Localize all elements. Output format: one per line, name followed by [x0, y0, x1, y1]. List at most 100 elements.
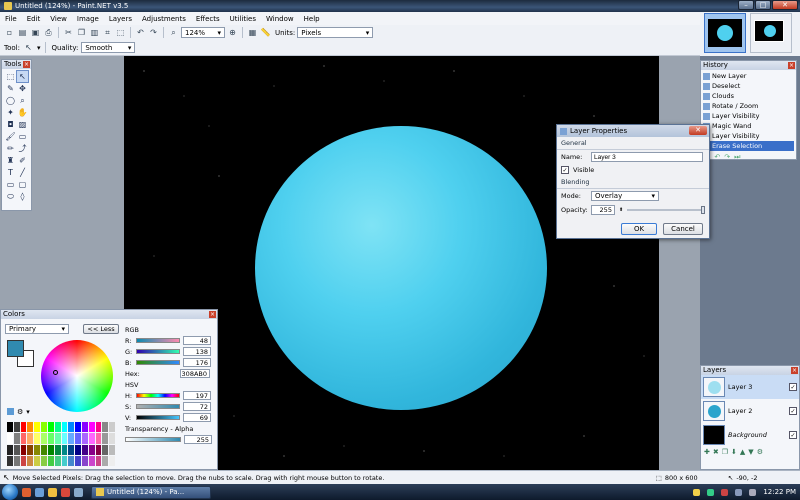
rectangle-icon[interactable]: ▭: [5, 179, 16, 190]
blend-mode-select[interactable]: Overlay ▾: [591, 191, 659, 201]
dialog-close-button[interactable]: ✕: [689, 126, 707, 135]
magic-wand-icon[interactable]: ✦: [5, 107, 16, 118]
close-button[interactable]: ✕: [772, 0, 798, 10]
history-item[interactable]: Magic Wand: [703, 121, 794, 131]
menu-edit[interactable]: Edit: [22, 15, 46, 23]
menu-image[interactable]: Image: [72, 15, 104, 23]
s-value[interactable]: 72: [183, 402, 211, 411]
maximize-button[interactable]: □: [755, 0, 771, 10]
desktop-icon[interactable]: [74, 487, 83, 497]
menu-layers[interactable]: Layers: [104, 15, 137, 23]
merge-layer-icon[interactable]: ⬇: [731, 448, 737, 456]
ellipse-icon[interactable]: ⬭: [5, 191, 16, 202]
move-layer-up-icon[interactable]: ▲: [740, 448, 745, 456]
v-slider[interactable]: [136, 415, 180, 420]
move-selection-icon[interactable]: ↖: [16, 70, 29, 83]
redo-icon[interactable]: ↷: [724, 153, 730, 162]
layer-item-layer-2[interactable]: Layer 2 ✓: [701, 399, 799, 423]
paste-icon[interactable]: ▥: [89, 27, 100, 38]
save-icon[interactable]: ▣: [30, 27, 41, 38]
clone-stamp-icon[interactable]: ♜: [5, 155, 16, 166]
layer-visible-checkbox[interactable]: ✓: [789, 407, 797, 415]
menu-adjustments[interactable]: Adjustments: [137, 15, 191, 23]
color-wheel[interactable]: [41, 340, 113, 412]
menu-file[interactable]: File: [0, 15, 22, 23]
history-item[interactable]: Clouds: [703, 91, 794, 101]
close-icon[interactable]: ×: [23, 61, 30, 68]
swap-colors-icon[interactable]: [7, 408, 14, 415]
zoom-select[interactable]: 124% ▾: [181, 27, 225, 38]
delete-layer-icon[interactable]: ✖: [713, 448, 719, 456]
start-button[interactable]: [2, 484, 18, 500]
ok-button[interactable]: OK: [621, 223, 657, 235]
opacity-slider[interactable]: [627, 206, 706, 214]
history-item[interactable]: Layer Visibility: [703, 111, 794, 121]
new-icon[interactable]: ▫: [4, 27, 15, 38]
b-value[interactable]: 176: [183, 358, 211, 367]
recolor-icon[interactable]: ✐: [17, 155, 28, 166]
move-layer-down-icon[interactable]: ▼: [748, 448, 753, 456]
hex-value[interactable]: 308AB0: [180, 369, 210, 378]
browser-icon[interactable]: [22, 487, 31, 497]
history-item-current[interactable]: Erase Selection: [703, 141, 794, 151]
zoom-in-icon[interactable]: ⊕: [227, 27, 238, 38]
move-icon[interactable]: ✥: [17, 83, 28, 94]
layer-visible-checkbox[interactable]: ✓: [789, 431, 797, 439]
undo-icon[interactable]: ↶: [714, 153, 720, 162]
move-pixels-icon[interactable]: ↖: [23, 42, 34, 53]
color-target-select[interactable]: Primary ▾: [5, 324, 69, 334]
explorer-icon[interactable]: [35, 487, 44, 497]
color-picker-icon[interactable]: ⤴: [17, 143, 28, 154]
color-wheel-marker[interactable]: [53, 370, 58, 375]
close-icon[interactable]: ×: [791, 367, 798, 374]
g-value[interactable]: 138: [183, 347, 211, 356]
deselect-icon[interactable]: ⬚: [115, 27, 126, 38]
palette-menu-icon[interactable]: ⚙: [17, 408, 23, 416]
paint-bucket-icon[interactable]: ◘: [5, 119, 16, 130]
units-select[interactable]: Pixels ▾: [297, 27, 374, 38]
freeform-shape-icon[interactable]: ◊: [17, 191, 28, 202]
volume-icon[interactable]: [749, 488, 757, 496]
minimize-button[interactable]: –: [738, 0, 754, 10]
color-palette[interactable]: [7, 422, 115, 466]
tray-icon[interactable]: [721, 488, 729, 496]
media-icon[interactable]: [61, 487, 70, 497]
primary-secondary-swatch[interactable]: [7, 340, 35, 368]
pencil-icon[interactable]: ✏: [5, 143, 16, 154]
chevron-down-icon[interactable]: ▾: [37, 44, 41, 52]
opacity-slider-thumb[interactable]: [701, 206, 706, 214]
less-button[interactable]: << Less: [83, 324, 119, 334]
cancel-button[interactable]: Cancel: [663, 223, 703, 235]
rectangle-select-icon[interactable]: ⬚: [5, 71, 16, 82]
layer-properties-icon[interactable]: ⚙: [757, 448, 763, 456]
tray-icon[interactable]: [693, 488, 701, 496]
menu-utilities[interactable]: Utilities: [225, 15, 261, 23]
cut-icon[interactable]: ✂: [63, 27, 74, 38]
v-value[interactable]: 69: [183, 413, 211, 422]
eraser-icon[interactable]: ▭: [17, 131, 28, 142]
r-slider[interactable]: [136, 338, 180, 343]
spinner-icon[interactable]: ⬍: [619, 207, 623, 213]
h-value[interactable]: 197: [183, 391, 211, 400]
fast-forward-icon[interactable]: ⏭: [734, 153, 740, 162]
lasso-icon[interactable]: ✎: [5, 83, 16, 94]
line-icon[interactable]: ╱: [17, 167, 28, 178]
network-icon[interactable]: [735, 488, 743, 496]
b-slider[interactable]: [136, 360, 180, 365]
history-item[interactable]: Deselect: [703, 81, 794, 91]
layer-name-input[interactable]: [591, 152, 703, 162]
menu-effects[interactable]: Effects: [191, 15, 225, 23]
ellipse-select-icon[interactable]: ◯: [5, 95, 16, 106]
chevron-down-icon[interactable]: ▾: [26, 408, 30, 416]
menu-help[interactable]: Help: [299, 15, 325, 23]
crop-icon[interactable]: ⌗: [102, 27, 113, 38]
zoom-icon[interactable]: ⌕: [168, 27, 179, 38]
rounded-rectangle-icon[interactable]: ▢: [17, 179, 28, 190]
undo-icon[interactable]: ↶: [135, 27, 146, 38]
close-icon[interactable]: ×: [209, 311, 216, 318]
history-item[interactable]: New Layer: [703, 71, 794, 81]
text-icon[interactable]: T: [5, 167, 16, 178]
alpha-value[interactable]: 255: [184, 435, 212, 444]
image-thumbnail[interactable]: [750, 13, 792, 53]
quality-select[interactable]: Smooth ▾: [81, 42, 136, 53]
